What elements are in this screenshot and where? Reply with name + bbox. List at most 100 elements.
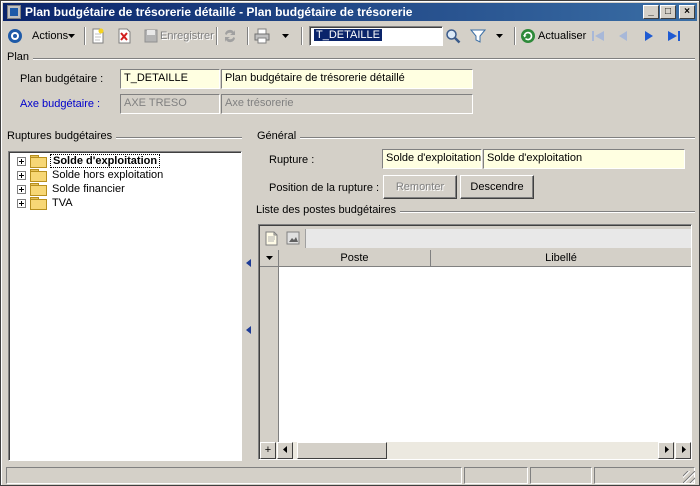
horizontal-scrollbar[interactable]: +	[260, 442, 691, 459]
close-button[interactable]: ×	[679, 5, 695, 19]
refresh-button[interactable]: Actualiser	[520, 26, 586, 46]
scroll-right-icon	[681, 446, 686, 453]
status-panel	[594, 467, 695, 484]
sync-button[interactable]	[222, 26, 238, 46]
plan-section-title: Plan	[7, 51, 34, 63]
image-icon[interactable]	[286, 231, 300, 245]
plan-name-field[interactable]: Plan budgétaire de trésorerie détaillé	[221, 69, 473, 89]
actions-label: Actions	[32, 30, 69, 42]
ruptures-section-title: Ruptures budgétaires	[7, 130, 117, 142]
tree-item[interactable]: Solde financier	[17, 182, 127, 196]
delete-icon	[118, 28, 131, 44]
expand-icon[interactable]	[17, 198, 26, 208]
toolbar: Actions Enregistrer T_DETAILLE Actualise…	[3, 23, 697, 49]
printer-icon	[254, 28, 270, 44]
status-panel	[6, 467, 462, 484]
grid-header: Poste Libellé	[260, 250, 691, 267]
tree-item-label: Solde financier	[52, 183, 125, 195]
ruptures-tree: Solde d'exploitation Solde hors exploita…	[8, 151, 242, 461]
move-down-button[interactable]: Descendre	[460, 175, 534, 199]
new-document-icon	[92, 28, 104, 44]
tree-item-label: Solde hors exploitation	[52, 169, 164, 181]
position-label: Position de la rupture :	[269, 182, 380, 194]
previous-icon	[619, 31, 627, 41]
folder-icon	[30, 183, 47, 196]
save-icon	[144, 29, 158, 43]
previous-record-button[interactable]	[615, 26, 631, 46]
sync-icon	[225, 29, 235, 43]
rupture-name-field[interactable]: Solde d'exploitation	[483, 149, 685, 169]
tree-item-label: Solde d'exploitation	[50, 154, 161, 168]
postes-section-title: Liste des postes budgétaires	[256, 204, 401, 216]
next-record-button[interactable]	[641, 26, 657, 46]
minimize-button[interactable]: _	[643, 5, 659, 19]
last-icon	[668, 31, 680, 41]
delete-button[interactable]	[116, 26, 132, 46]
grid-toolbar	[260, 226, 691, 250]
folder-open-icon	[30, 155, 47, 168]
print-button[interactable]	[254, 26, 289, 46]
expand-icon[interactable]	[17, 170, 26, 180]
dropdown-arrow-icon	[68, 33, 76, 38]
filter-icon	[470, 29, 486, 43]
rupture-label: Rupture :	[269, 154, 315, 166]
tree-item[interactable]: Solde hors exploitation	[17, 168, 165, 182]
tree-item-label: TVA	[52, 197, 73, 209]
expand-icon[interactable]	[17, 184, 26, 194]
plan-label: Plan budgétaire :	[20, 73, 104, 85]
status-panel	[530, 467, 592, 484]
add-row-button[interactable]: +	[260, 442, 276, 459]
last-record-button[interactable]	[666, 26, 682, 46]
axe-label-link[interactable]: Axe budgétaire :	[20, 98, 100, 110]
window-title: Plan budgétaire de trésorerie détaillé -…	[25, 5, 413, 19]
search-icon	[446, 29, 461, 44]
search-button[interactable]	[445, 26, 461, 46]
code-search-input[interactable]: T_DETAILLE	[309, 26, 443, 46]
actions-menu[interactable]: Actions	[7, 26, 76, 46]
scroll-thumb[interactable]	[297, 442, 387, 459]
panel-splitter[interactable]	[245, 151, 253, 461]
filter-button[interactable]	[470, 26, 503, 46]
scroll-right-end-button[interactable]	[675, 442, 691, 459]
title-bar[interactable]: Plan budgétaire de trésorerie détaillé -…	[3, 3, 697, 21]
refresh-icon	[521, 29, 535, 43]
first-record-button[interactable]	[590, 26, 606, 46]
resize-grip-icon[interactable]	[683, 471, 695, 483]
folder-icon	[30, 169, 47, 182]
row-indicator-column	[260, 267, 279, 442]
main-window: Plan budgétaire de trésorerie détaillé -…	[0, 0, 700, 486]
save-button[interactable]: Enregistrer	[143, 26, 214, 46]
tree-item[interactable]: TVA	[17, 196, 75, 210]
refresh-label: Actualiser	[538, 30, 587, 42]
new-row-icon[interactable]	[265, 231, 279, 246]
collapse-left-icon[interactable]	[246, 326, 252, 334]
folder-icon	[30, 197, 47, 210]
move-up-button[interactable]: Remonter	[383, 175, 457, 199]
next-icon	[645, 31, 653, 41]
code-search-value: T_DETAILLE	[314, 29, 382, 41]
dropdown-arrow-icon	[496, 33, 503, 38]
scroll-left-icon	[282, 446, 287, 453]
plan-code-field[interactable]: T_DETAILLE	[120, 69, 220, 89]
first-icon	[592, 31, 604, 41]
scroll-right-button[interactable]	[658, 442, 674, 459]
expand-icon[interactable]	[17, 156, 26, 166]
column-header-libelle[interactable]: Libellé	[431, 250, 691, 267]
column-header-poste[interactable]: Poste	[279, 250, 431, 267]
status-bar	[3, 465, 697, 485]
axe-code-field: AXE TRESO	[120, 94, 220, 114]
scroll-left-button[interactable]	[277, 442, 293, 459]
maximize-button[interactable]: □	[660, 5, 676, 19]
general-section-title: Général	[257, 130, 301, 142]
scroll-right-icon	[664, 446, 669, 453]
rupture-code-field[interactable]: Solde d'exploitation	[382, 149, 482, 169]
new-button[interactable]	[90, 26, 106, 46]
row-selector-header[interactable]	[260, 250, 279, 267]
tree-item[interactable]: Solde d'exploitation	[17, 154, 161, 168]
collapse-left-icon[interactable]	[246, 259, 252, 267]
status-panel	[464, 467, 528, 484]
save-label: Enregistrer	[160, 30, 214, 42]
app-icon	[7, 5, 21, 19]
postes-grid: Poste Libellé +	[258, 224, 692, 460]
axe-name-field: Axe trésorerie	[221, 94, 473, 114]
